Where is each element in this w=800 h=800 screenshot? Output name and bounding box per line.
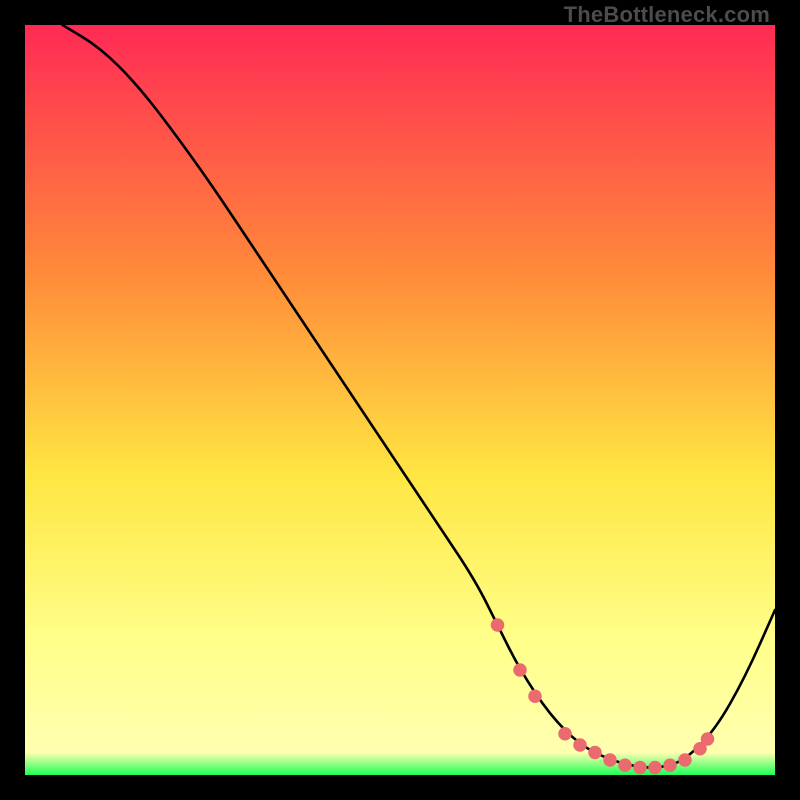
marker-dot	[603, 753, 617, 767]
marker-dot	[701, 732, 715, 746]
marker-dot	[491, 618, 504, 632]
marker-dot	[663, 758, 677, 772]
marker-dot	[588, 746, 602, 760]
highlight-markers	[491, 618, 715, 774]
marker-dot	[648, 761, 662, 775]
bottleneck-curve	[63, 25, 776, 768]
marker-dot	[558, 727, 572, 741]
chart-plot	[25, 25, 775, 775]
marker-dot	[513, 663, 527, 677]
marker-dot	[678, 753, 692, 767]
marker-dot	[633, 761, 647, 775]
chart-frame	[25, 25, 775, 775]
marker-dot	[573, 738, 587, 752]
marker-dot	[618, 758, 632, 772]
marker-dot	[528, 690, 542, 704]
